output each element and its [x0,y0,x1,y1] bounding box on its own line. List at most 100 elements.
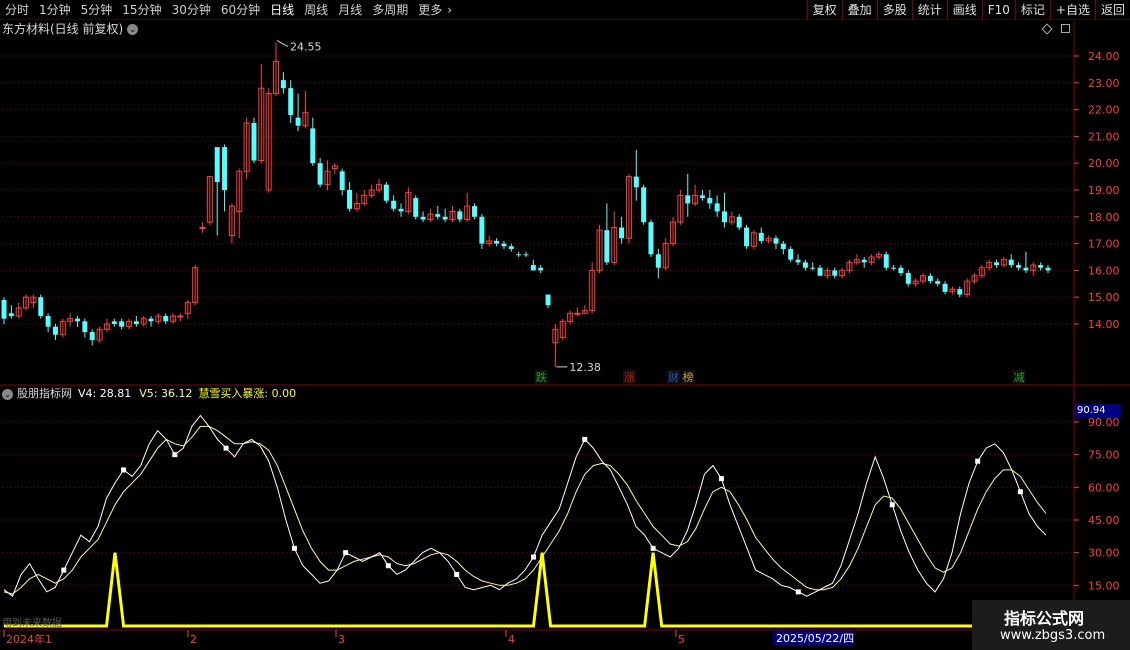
candle-body [398,208,404,212]
candle-body [111,321,117,324]
candle-body [1008,259,1014,266]
v4-marker [223,445,229,451]
candle-body [538,267,544,271]
candle-body [795,259,801,263]
v5-line [3,425,1047,595]
candle-body [942,283,948,292]
v4-value: V4: 28.81 [78,387,132,400]
v5-value: V5: 36.12 [139,387,193,400]
v4-marker [531,554,537,560]
candle-body [317,163,323,185]
candle-body [994,262,1000,266]
candle-body [148,318,154,322]
candle-body [8,313,14,316]
watermark-title: 指标公式网 [1004,609,1085,628]
candle-body [685,195,691,204]
indicator-tick-label: 30.00 [1088,547,1120,560]
price-tick-label: 17.00 [1088,238,1120,251]
candle-body [957,289,963,295]
v4-marker [454,571,460,577]
candle-body [1023,267,1029,271]
candle-body [89,332,95,341]
candle-body [516,254,522,256]
candle-body [280,80,286,89]
candle-body [619,227,625,239]
event-tag: 涨 [624,371,635,384]
candle-body [736,216,742,228]
time-tick-label: 3 [338,633,345,646]
indicator-name: 股朋指标网 [17,387,72,400]
candle-body [758,232,764,241]
candle-body [832,270,838,276]
indicator-header: ⌄ 股朋指标网 V4: 28.81 V5: 36.12 慧雪买入暴涨: 0.00 [2,387,296,401]
candle-body [530,265,536,271]
candle-body [494,240,500,244]
candle-body [82,321,88,333]
v4-marker [385,563,391,569]
v4-marker [889,502,895,508]
candle-body [817,267,823,276]
v4-marker [582,436,588,442]
candle-body [1,299,7,319]
candle-body [655,254,661,268]
candle-body [523,254,529,256]
candle-body [420,216,426,220]
price-tick-label: 14.00 [1088,318,1120,331]
candle-body [339,171,345,190]
candle-body [295,117,301,126]
candle-body [251,123,257,161]
event-tag: 跌 [536,370,547,384]
price-tick-label: 21.00 [1088,130,1120,143]
price-tick-label: 22.00 [1088,104,1120,117]
indicator-tick-label: 75.00 [1088,449,1120,462]
candle-body [347,190,353,209]
v4-marker [718,476,724,482]
candle-body [574,312,581,315]
v4-marker [121,467,127,473]
candle-body [722,211,728,223]
buy-signal-value: 慧雪买入暴涨: 0.00 [198,387,297,400]
buy-signal-line [4,552,1046,628]
price-tick-label: 18.00 [1088,211,1120,224]
price-tick-label: 20.00 [1088,157,1120,170]
candle-body [883,254,889,268]
v4-marker [61,567,67,573]
v4-marker [291,545,297,551]
candle-body [457,211,463,220]
candle-body [163,315,169,322]
candle-body [75,318,81,322]
candle-body [780,243,786,249]
cursor-date-label: 2025/05/22/四 [776,632,854,645]
event-tag: 榜 [683,370,694,384]
candle-body [1016,265,1022,268]
candle-body [773,238,779,244]
candle-body [391,200,397,209]
time-tick-label: 4 [508,633,515,646]
candle-body [927,275,933,282]
candle-body [413,198,419,217]
high-pointer [276,40,289,48]
candle-body [435,214,441,217]
indicator-tick-label: 45.00 [1088,514,1120,527]
candle-body [508,246,514,249]
candle-body [699,195,705,199]
candle-body [38,297,44,316]
chevron-down-icon[interactable]: ⌄ [2,388,13,400]
candle-body [604,230,610,263]
candle-body [310,128,316,164]
candle-body [648,222,654,255]
candle-body [1038,265,1044,268]
candle-body [222,147,228,190]
indicator-tick-label: 15.00 [1088,579,1120,592]
time-tick-label: 2024年1 [6,632,52,646]
v4-marker [650,545,656,551]
chart-canvas[interactable]: 24.00 23.00 22.00 21.00 20.00 19.00 18.00 17.00… [0,0,1130,650]
candle-body [545,294,551,306]
price-tick-label: 19.00 [1088,184,1120,197]
price-tick-label: 24.00 [1088,50,1120,63]
watermark-url: www.zbgs3.com [1000,628,1106,643]
v4-marker [1017,489,1023,495]
candle-body [891,267,897,269]
current-value-box: 90.94 [1075,404,1121,418]
candle-body [788,248,794,260]
